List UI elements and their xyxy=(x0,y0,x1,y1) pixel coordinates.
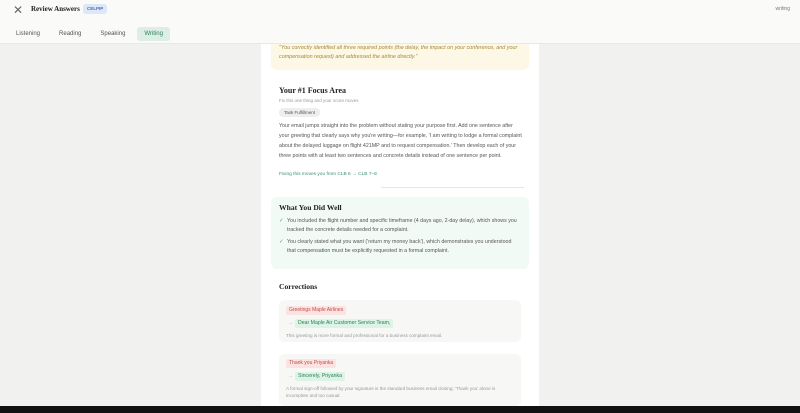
corrected-text: Sincerely, Priyanka xyxy=(295,372,346,381)
arrow-right-icon: → xyxy=(288,373,293,379)
page-title: Review Answers xyxy=(31,5,80,13)
taskbar xyxy=(0,406,800,413)
correction-card: Thank you Priyanka → Sincerely, Priyanka… xyxy=(279,354,521,406)
close-icon[interactable]: ✕ xyxy=(12,4,24,16)
did-well-title: What You Did Well xyxy=(279,203,342,212)
original-text: Thank you Priyanka xyxy=(286,359,337,368)
did-well-item-text: You included the flight number and speci… xyxy=(287,218,517,233)
divider xyxy=(381,187,524,188)
correction-card: Greetings Maple Airlines → Dear Maple Ai… xyxy=(279,300,521,342)
correction-note: This greeting is more formal and profess… xyxy=(286,333,443,338)
mode-label: writing xyxy=(775,6,790,12)
check-icon: ✓ xyxy=(279,239,284,245)
tab-speaking[interactable]: Speaking xyxy=(93,27,132,41)
score-improvement-link[interactable]: Fixing this moves you from CLB 6 → CLB 7… xyxy=(279,172,377,177)
review-panel[interactable]: "You correctly identified all three requ… xyxy=(261,44,539,413)
focus-area-body: Your email jumps straight into the probl… xyxy=(279,123,522,159)
focus-area-subtitle: Fix this one thing and your score moves xyxy=(279,98,359,103)
corrected-text: Dear Maple Air Customer Service Team, xyxy=(295,319,394,328)
original-text: Greetings Maple Airlines xyxy=(286,306,347,315)
did-well-item-text: You clearly stated what you want ('retur… xyxy=(287,239,512,254)
top-bar: ✕ Review Answers CELPIP writing Listenin… xyxy=(0,0,800,44)
focus-area-tag: Task Fulfillment xyxy=(279,108,321,117)
focus-area-title: Your #1 Focus Area xyxy=(279,86,347,95)
feedback-quote-text: "You correctly identified all three requ… xyxy=(279,45,518,60)
tab-listening[interactable]: Listening xyxy=(9,27,47,41)
corrections-title: Corrections xyxy=(279,282,318,291)
exam-badge: CELPIP xyxy=(83,4,108,14)
tab-reading[interactable]: Reading xyxy=(52,27,88,41)
correction-note: A formal sign-off followed by your signa… xyxy=(286,386,496,398)
section-tabs: Listening Reading Speaking Writing xyxy=(9,27,175,41)
did-well-section: What You Did Well ✓ You included the fli… xyxy=(271,197,529,269)
arrow-right-icon: → xyxy=(288,320,293,326)
check-icon: ✓ xyxy=(279,218,284,224)
feedback-quote: "You correctly identified all three requ… xyxy=(271,44,529,70)
tab-writing[interactable]: Writing xyxy=(137,27,170,41)
